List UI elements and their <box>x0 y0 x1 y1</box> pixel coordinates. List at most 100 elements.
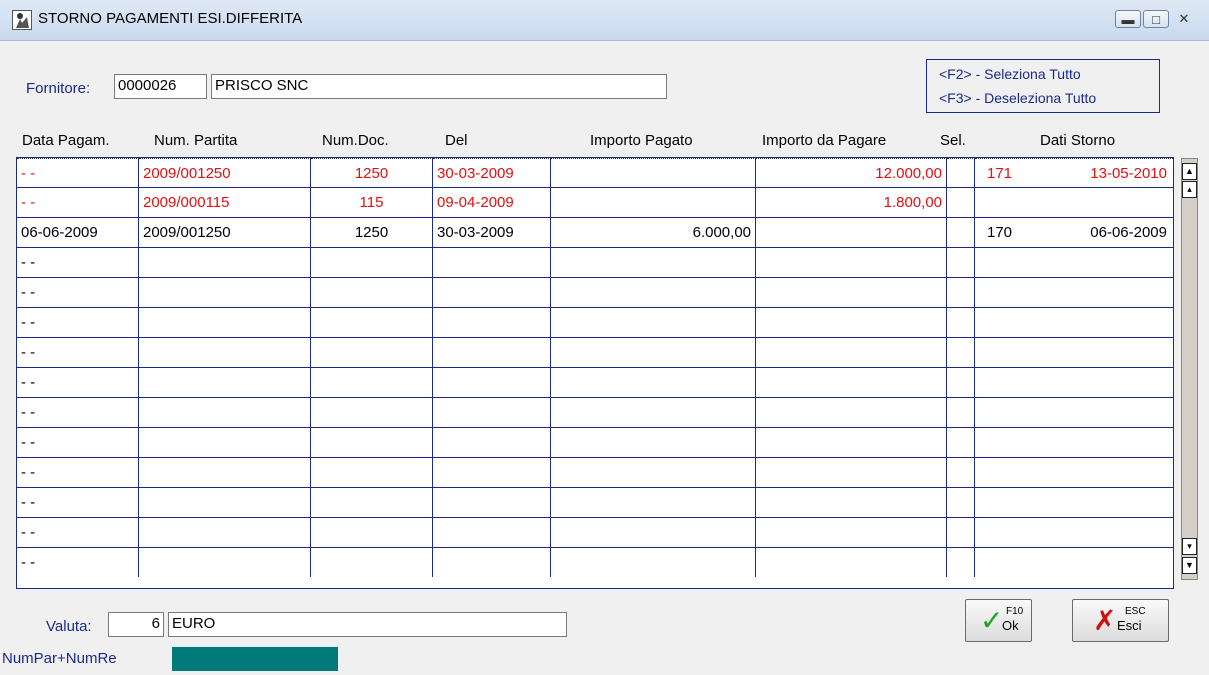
cell-num-doc: 1250 <box>311 158 433 187</box>
col-header-importo-da-pagare: Importo da Pagare <box>762 132 887 149</box>
table-row[interactable]: - - 2009/001250 1250 30-03-2009 12.000,0… <box>17 158 1173 188</box>
cell-data-pagam: - - <box>17 308 139 337</box>
cell-importo-pagato: 6.000,00 <box>551 218 756 247</box>
cell-data-pagam: - - <box>17 518 139 547</box>
table-row[interactable]: - - <box>17 338 1173 368</box>
table-row[interactable]: - - 2009/000115 115 09-04-2009 1.800,00 <box>17 188 1173 218</box>
cell-num-partita: 2009/000115 <box>139 188 311 217</box>
app-icon <box>12 10 32 30</box>
cell-sel[interactable] <box>947 428 975 457</box>
table-row[interactable]: - - <box>17 248 1173 278</box>
hotkey-select-all[interactable]: <F2> - Seleziona Tutto <box>939 66 1081 82</box>
scroll-top-button[interactable]: ▲ <box>1182 163 1197 180</box>
table-row[interactable]: - - <box>17 428 1173 458</box>
cell-sel[interactable] <box>947 518 975 547</box>
cell-importo-da-pagare <box>756 218 947 247</box>
table-row[interactable]: - - <box>17 458 1173 488</box>
cell-sel[interactable] <box>947 548 975 577</box>
cell-importo-da-pagare <box>756 518 947 547</box>
table-row[interactable]: - - <box>17 518 1173 548</box>
cell-num-doc <box>311 308 433 337</box>
cell-importo-da-pagare <box>756 278 947 307</box>
minimize-button[interactable]: ▬ <box>1115 10 1141 28</box>
cell-sel[interactable] <box>947 218 975 247</box>
cell-dati-storno <box>975 278 1173 307</box>
cell-del <box>433 278 551 307</box>
cell-num-doc <box>311 368 433 397</box>
supplier-label: Fornitore: <box>26 80 91 97</box>
cell-num-partita <box>139 428 311 457</box>
cell-dati-storno <box>975 428 1173 457</box>
cell-sel[interactable] <box>947 188 975 217</box>
cell-dati-storno <box>975 248 1173 277</box>
cell-sel[interactable] <box>947 248 975 277</box>
cell-data-pagam: - - <box>17 158 139 187</box>
vertical-scrollbar[interactable]: ▲ ▴ ▾ ▼ <box>1181 158 1198 580</box>
esci-button[interactable]: ✗ ESC Esci <box>1072 599 1169 642</box>
hotkey-deselect-all[interactable]: <F3> - Deseleziona Tutto <box>939 90 1096 106</box>
cell-sel[interactable] <box>947 278 975 307</box>
storno-num: 171 <box>987 165 1013 182</box>
cell-num-doc <box>311 488 433 517</box>
storno-num: 170 <box>987 224 1013 241</box>
cell-data-pagam: - - <box>17 458 139 487</box>
cell-importo-da-pagare <box>756 458 947 487</box>
table-row[interactable]: 06-06-2009 2009/001250 1250 30-03-2009 6… <box>17 218 1173 248</box>
cell-num-doc <box>311 248 433 277</box>
cell-importo-pagato <box>551 398 756 427</box>
cell-dati-storno <box>975 518 1173 547</box>
cell-sel[interactable] <box>947 338 975 367</box>
cell-dati-storno: 170 06-06-2009 <box>975 218 1173 247</box>
cell-data-pagam: 06-06-2009 <box>17 218 139 247</box>
cell-sel[interactable] <box>947 158 975 187</box>
window-controls: ▬ □ ✕ <box>1115 10 1197 28</box>
cell-dati-storno <box>975 458 1173 487</box>
cell-del <box>433 518 551 547</box>
scroll-down-button[interactable]: ▾ <box>1182 538 1197 555</box>
cell-importo-da-pagare <box>756 248 947 277</box>
storno-date: 13-05-2010 <box>1090 165 1167 182</box>
cell-sel[interactable] <box>947 488 975 517</box>
table-row[interactable]: - - <box>17 308 1173 338</box>
currency-code-field[interactable]: 6 <box>108 612 164 637</box>
cell-sel[interactable] <box>947 308 975 337</box>
minimize-icon: ▬ <box>1121 12 1135 27</box>
ok-button[interactable]: ✓ F10 Ok <box>965 599 1032 642</box>
table-row[interactable]: - - <box>17 278 1173 308</box>
table-row[interactable]: - - <box>17 488 1173 518</box>
cell-del <box>433 548 551 577</box>
scroll-bottom-button[interactable]: ▼ <box>1182 557 1197 574</box>
cell-data-pagam: - - <box>17 188 139 217</box>
cell-num-partita <box>139 518 311 547</box>
cell-del <box>433 368 551 397</box>
cell-num-partita: 2009/001250 <box>139 158 311 187</box>
table-row[interactable]: - - <box>17 398 1173 428</box>
cell-num-doc <box>311 278 433 307</box>
payments-table[interactable]: - - 2009/001250 1250 30-03-2009 12.000,0… <box>16 157 1174 589</box>
cell-num-partita <box>139 308 311 337</box>
cell-importo-pagato <box>551 158 756 187</box>
close-button[interactable]: ✕ <box>1171 10 1197 28</box>
scroll-up-button[interactable]: ▴ <box>1182 181 1197 198</box>
cell-sel[interactable] <box>947 458 975 487</box>
cell-num-partita <box>139 548 311 577</box>
cell-sel[interactable] <box>947 398 975 427</box>
supplier-code-field[interactable]: 0000026 <box>114 74 207 99</box>
supplier-name-field[interactable]: PRISCO SNC <box>211 74 667 99</box>
cell-sel[interactable] <box>947 368 975 397</box>
maximize-button[interactable]: □ <box>1143 10 1169 28</box>
x-icon: ✗ <box>1093 605 1117 636</box>
ok-key: F10 <box>1006 606 1024 617</box>
cell-dati-storno <box>975 548 1173 577</box>
numpar-field[interactable] <box>172 647 338 671</box>
cell-del: 09-04-2009 <box>433 188 551 217</box>
cell-del <box>433 308 551 337</box>
scroll-up-icon: ▴ <box>1187 184 1192 194</box>
hotkeys-box: <F2> - Seleziona Tutto <F3> - Deselezion… <box>926 59 1160 113</box>
table-row[interactable]: - - <box>17 368 1173 398</box>
cell-num-doc <box>311 458 433 487</box>
col-header-num-doc: Num.Doc. <box>322 132 389 149</box>
table-row[interactable]: - - <box>17 548 1173 578</box>
currency-name-field[interactable]: EURO <box>168 612 567 637</box>
cell-importo-pagato <box>551 248 756 277</box>
